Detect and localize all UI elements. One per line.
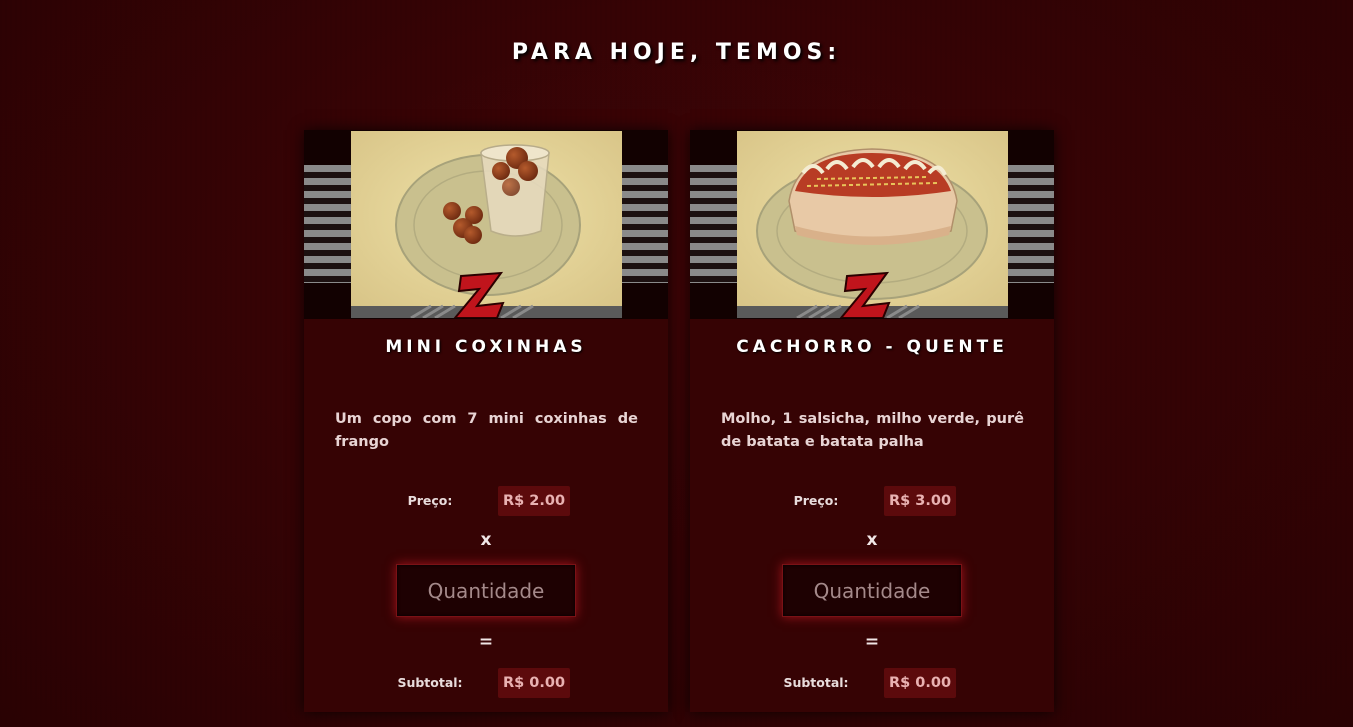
price-value: R$ 3.00 bbox=[884, 486, 956, 516]
price-value: R$ 2.00 bbox=[498, 486, 570, 516]
decorative-stripes bbox=[690, 165, 738, 283]
subtotal-value: R$ 0.00 bbox=[498, 668, 570, 698]
product-title: MINI COXINHAS bbox=[385, 337, 587, 357]
equals-sign: = bbox=[478, 632, 494, 652]
multiply-sign: x bbox=[480, 530, 492, 550]
decorative-stripes bbox=[304, 165, 352, 283]
subtotal-value: R$ 0.00 bbox=[884, 668, 956, 698]
product-description: Molho, 1 salsicha, milho verde, purê de … bbox=[721, 411, 1024, 450]
product-description: Um copo com 7 mini coxinhas de frango bbox=[335, 411, 638, 450]
page-heading: PARA HOJE, TEMOS: bbox=[511, 40, 842, 65]
decorative-stripes bbox=[620, 165, 668, 283]
product-image-banner bbox=[690, 130, 1054, 319]
price-label: Preço: bbox=[793, 493, 839, 508]
quantity-input[interactable] bbox=[396, 564, 576, 617]
subtotal-label: Subtotal: bbox=[397, 675, 463, 690]
quantity-input[interactable] bbox=[782, 564, 962, 617]
product-title: CACHORRO - QUENTE bbox=[736, 337, 1008, 357]
product-card-mini-coxinhas: MINI COXINHAS Um copo com 7 mini coxinha… bbox=[304, 130, 668, 712]
equals-sign: = bbox=[864, 632, 880, 652]
price-label: Preço: bbox=[407, 493, 453, 508]
product-card-cachorro-quente: CACHORRO - QUENTE Molho, 1 salsicha, mil… bbox=[690, 130, 1054, 712]
product-photo-cachorro-quente bbox=[737, 131, 1008, 318]
product-photo-mini-coxinhas bbox=[351, 131, 622, 318]
subtotal-label: Subtotal: bbox=[783, 675, 849, 690]
multiply-sign: x bbox=[866, 530, 878, 550]
product-image-banner bbox=[304, 130, 668, 319]
decorative-stripes bbox=[1006, 165, 1054, 283]
